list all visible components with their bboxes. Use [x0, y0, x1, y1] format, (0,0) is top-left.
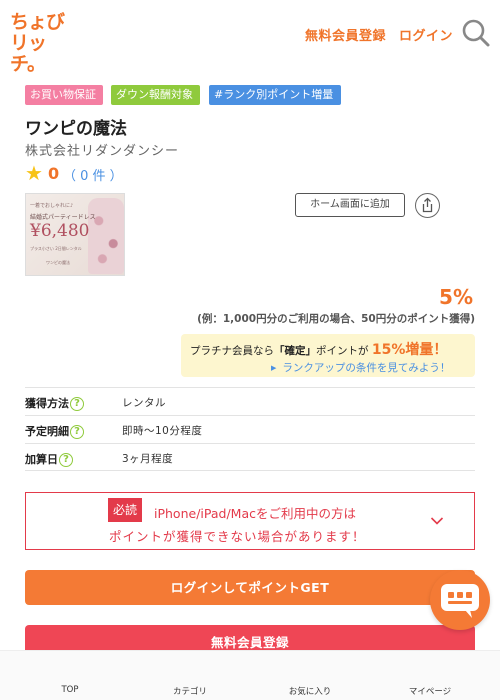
promo-confirmed: 「確定」	[274, 345, 316, 357]
store-banner-image[interactable]: 一着でおしゃれに♪ 結婚式パーティードレス ¥6,480 プラス小さい 2日間レ…	[25, 193, 125, 276]
logo-text-line1: ちょび	[10, 11, 65, 33]
chevron-down-icon	[430, 513, 444, 527]
badge-purchase-guarantee: お買い物保証	[25, 85, 103, 105]
info-value: 3ヶ月程度	[122, 453, 174, 465]
info-label: 獲得方法?	[25, 395, 84, 411]
rating-value: 0	[48, 164, 60, 183]
promo-text: プラチナ会員なら「確定」ポイントが 15%増量！	[190, 339, 447, 359]
banner-text-4: ワンピの魔法	[46, 260, 70, 265]
reward-rate: 5%	[439, 285, 473, 309]
banner-text-3: プラス小さい 2日間レンタル	[30, 246, 82, 251]
chobirich-logo[interactable]: ちょび リッチ。	[10, 11, 70, 75]
info-row-schedule: 予定明細? 即時～10分程度	[25, 415, 475, 443]
help-icon[interactable]: ?	[59, 453, 73, 467]
star-icon: ★	[25, 161, 43, 185]
search-icon[interactable]	[461, 18, 491, 48]
info-row-credit-date: 加算日? 3ヶ月程度	[25, 443, 475, 471]
promo-prefix: プラチナ会員なら	[190, 345, 274, 357]
notice-line2: ポイントが獲得できない場合があります！	[109, 529, 366, 544]
nav-label: お気に入り	[288, 687, 332, 697]
nav-mypage[interactable]: マイページ	[370, 651, 490, 700]
header-login-link[interactable]: ログイン	[399, 25, 453, 44]
header-signup-link[interactable]: 無料会員登録	[305, 25, 386, 44]
badge-down-reward: ダウン報酬対象	[111, 85, 200, 105]
banner-text-2: 結婚式パーティードレス	[30, 214, 96, 221]
promo-middle: ポイントが	[316, 345, 369, 357]
company-name: 株式会社リダンダンシー	[25, 144, 180, 159]
banner-text-1: 一着でおしゃれに♪	[30, 203, 74, 209]
must-read-tag: 必読	[108, 498, 143, 522]
banner-price: ¥6,480	[30, 221, 90, 241]
info-value: レンタル	[122, 397, 166, 409]
help-icon[interactable]: ?	[70, 397, 84, 411]
nav-label: カテゴリ	[172, 687, 207, 697]
store-info-table: 獲得方法? レンタル 予定明細? 即時～10分程度 加算日? 3ヶ月程度	[25, 387, 475, 471]
share-icon[interactable]	[415, 193, 440, 218]
info-label: 予定明細?	[25, 423, 84, 439]
rating-count[interactable]: （ 0 件 ）	[63, 165, 123, 184]
dress-illustration	[88, 198, 124, 274]
nav-label: TOP	[61, 685, 79, 695]
info-row-method: 獲得方法? レンタル	[25, 387, 475, 415]
help-icon[interactable]: ?	[70, 425, 84, 439]
info-value: 即時～10分程度	[122, 425, 203, 437]
apple-device-notice[interactable]: 必読 iPhone/iPad/Macをご利用中の方は ポイントが獲得できない場合…	[25, 492, 475, 550]
notice-line1: iPhone/iPad/Macをご利用中の方は	[154, 506, 356, 521]
header: ちょび リッチ。 無料会員登録 ログイン	[0, 0, 500, 75]
badge-rank-bonus[interactable]: #ランク別ポイント増量	[209, 85, 341, 105]
promo-emphasis: 15%増量！	[371, 342, 448, 358]
nav-favorites[interactable]: お気に入り	[250, 651, 370, 700]
nav-category[interactable]: カテゴリ	[130, 651, 250, 700]
nav-top[interactable]: TOP	[10, 651, 130, 700]
rank-up-conditions-link[interactable]: ランクアップの条件を見てみよう！	[271, 360, 450, 375]
login-get-points-button[interactable]: ログインしてポイントGET	[25, 570, 475, 605]
chat-icon[interactable]	[430, 570, 490, 630]
logo-text-line2: リッチ。	[10, 32, 47, 75]
info-label: 加算日?	[25, 451, 73, 467]
bottom-navigation: TOP カテゴリ お気に入り マイページ	[0, 650, 500, 700]
rank-promo-box: プラチナ会員なら「確定」ポイントが 15%増量！ ランクアップの条件を見てみよう…	[181, 334, 475, 377]
nav-label: マイページ	[408, 687, 452, 697]
store-title: ワンピの魔法	[25, 119, 127, 139]
reward-example: (例：1,000円分のご利用の場合、50円分のポイント獲得)	[197, 313, 475, 325]
add-to-home-screen-button[interactable]: ホーム画面に追加	[295, 193, 405, 217]
